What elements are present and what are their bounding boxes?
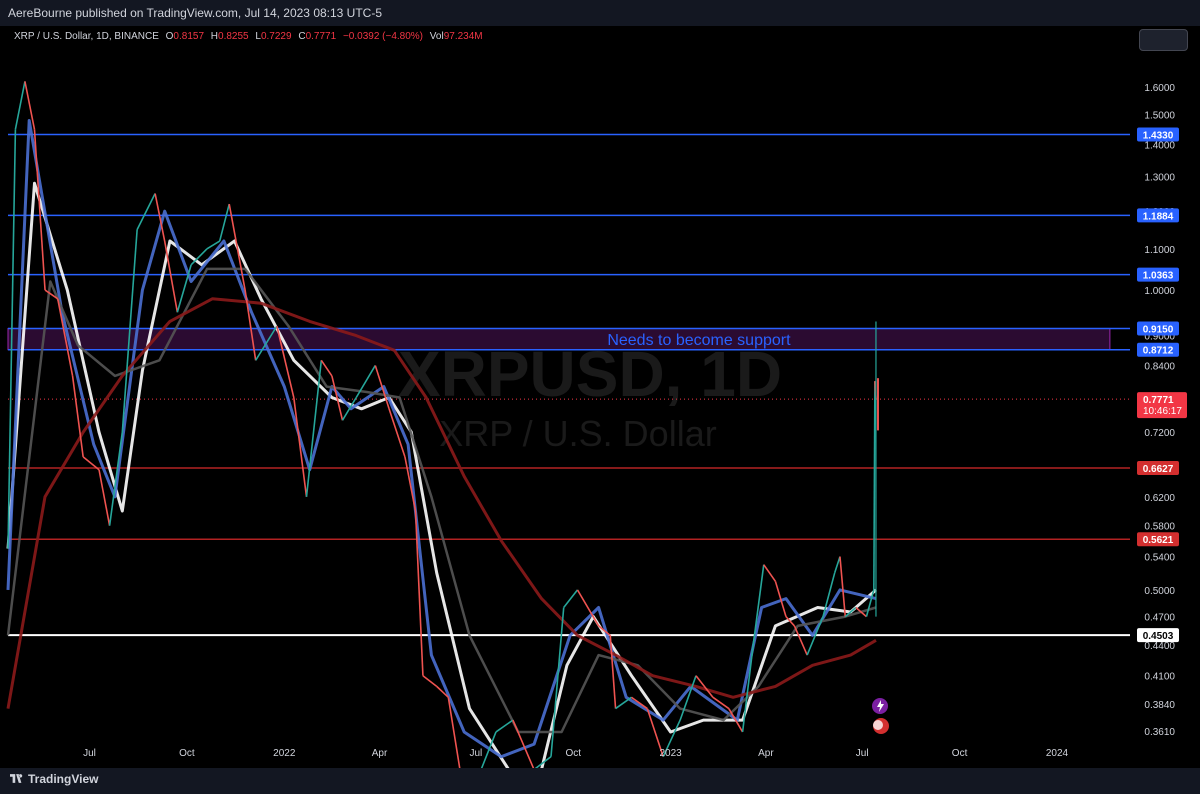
volume-value: 97.234M (443, 31, 483, 42)
price-segment (14, 81, 26, 130)
x-tick-label: 2024 (1046, 748, 1069, 759)
y-tick-label: 0.5000 (1144, 586, 1175, 597)
level-badge-label-6: 0.5621 (1143, 535, 1174, 546)
vol-label: Vol (429, 31, 444, 42)
price-segment (615, 696, 632, 710)
level-badge-label-0: 1.4330 (1143, 130, 1174, 141)
price-segment (752, 564, 765, 646)
x-tick-label: Oct (565, 748, 581, 759)
y-tick-label: 1.5000 (1144, 111, 1175, 122)
watermark-name: XRP / U.S. Dollar (439, 413, 716, 454)
flag-icon (873, 720, 883, 730)
symbol-info-bar: XRP / U.S. Dollar, 1D, BINANCE O0.8157 H… (14, 31, 483, 42)
price-segment (136, 193, 156, 230)
y-tick-label: 1.3000 (1144, 173, 1175, 184)
y-tick-label: 0.5400 (1144, 553, 1175, 564)
countdown-label: 10:46:17 (1143, 406, 1182, 417)
price-chart[interactable]: XRPUSD, 1DXRP / U.S. DollarNeeds to beco… (0, 26, 1200, 768)
symbol-name[interactable]: XRP / U.S. Dollar, 1D, BINANCE (14, 31, 159, 42)
tradingview-logo[interactable]: TradingView (10, 772, 98, 786)
y-tick-label: 0.4400 (1144, 641, 1175, 652)
y-tick-label: 1.4000 (1144, 141, 1175, 152)
x-tick-label: Oct (179, 748, 195, 759)
x-tick-label: Jul (83, 748, 96, 759)
high-label: H (210, 31, 219, 42)
x-tick-label: Oct (952, 748, 968, 759)
price-segment (763, 564, 777, 582)
level-badge-label-7: 0.4503 (1143, 631, 1174, 642)
price-segment (563, 589, 579, 609)
x-tick-label: Jul (469, 748, 482, 759)
published-text: AereBourne published on TradingView.com,… (8, 6, 383, 20)
level-badge-label-4: 0.8712 (1143, 346, 1174, 357)
price-segment (495, 719, 514, 733)
y-tick-label: 0.4700 (1144, 613, 1175, 624)
close-label: C (298, 31, 306, 42)
price-segment (292, 397, 308, 497)
price-segment (576, 589, 600, 627)
top-right-button[interactable] (1139, 29, 1188, 51)
price-segment (839, 556, 847, 617)
open-value: 0.8157 (173, 31, 205, 42)
x-tick-label: Apr (758, 748, 774, 759)
y-tick-label: 0.3840 (1144, 700, 1175, 711)
last-candle[interactable] (876, 378, 879, 431)
y-tick-label: 0.3610 (1144, 727, 1175, 738)
y-tick-label: 1.6000 (1144, 83, 1175, 94)
y-tick-label: 0.8400 (1144, 361, 1175, 372)
level-badge-label-5: 0.6627 (1143, 464, 1174, 475)
published-bar: AereBourne published on TradingView.com,… (0, 0, 1200, 26)
price-segment (218, 203, 230, 242)
change-value: −0.0392 (−4.80%) (342, 31, 424, 42)
close-value: 0.7771 (305, 31, 337, 42)
y-tick-label: 0.4100 (1144, 672, 1175, 683)
x-tick-label: 2023 (659, 748, 682, 759)
level-badge-label-3: 0.9150 (1143, 324, 1174, 335)
y-tick-label: 1.0000 (1144, 286, 1175, 297)
x-tick-label: Jul (856, 748, 869, 759)
last-price-label: 0.7771 (1143, 395, 1174, 406)
y-tick-label: 0.7200 (1144, 428, 1175, 439)
x-tick-label: Apr (372, 748, 388, 759)
level-badge-label-1: 1.1884 (1143, 211, 1174, 222)
y-tick-label: 1.1000 (1144, 245, 1175, 256)
zone-annotation: Needs to become support (607, 332, 791, 349)
high-value: 0.8255 (218, 31, 249, 42)
tradingview-brand: TradingView (28, 772, 99, 786)
price-segment (320, 359, 333, 377)
tradingview-logo-icon (10, 774, 23, 783)
y-tick-label: 0.5800 (1144, 522, 1175, 533)
price-segment (163, 240, 179, 313)
price-segment (873, 381, 876, 590)
price-segment (793, 625, 808, 656)
price-segment (833, 556, 841, 574)
price-segment (422, 675, 438, 688)
y-tick-label: 0.6200 (1144, 493, 1175, 504)
x-tick-label: 2022 (273, 748, 296, 759)
level-badge-label-2: 1.0363 (1143, 271, 1174, 282)
low-value: 0.7229 (260, 31, 292, 42)
footer-bar (0, 768, 1200, 794)
